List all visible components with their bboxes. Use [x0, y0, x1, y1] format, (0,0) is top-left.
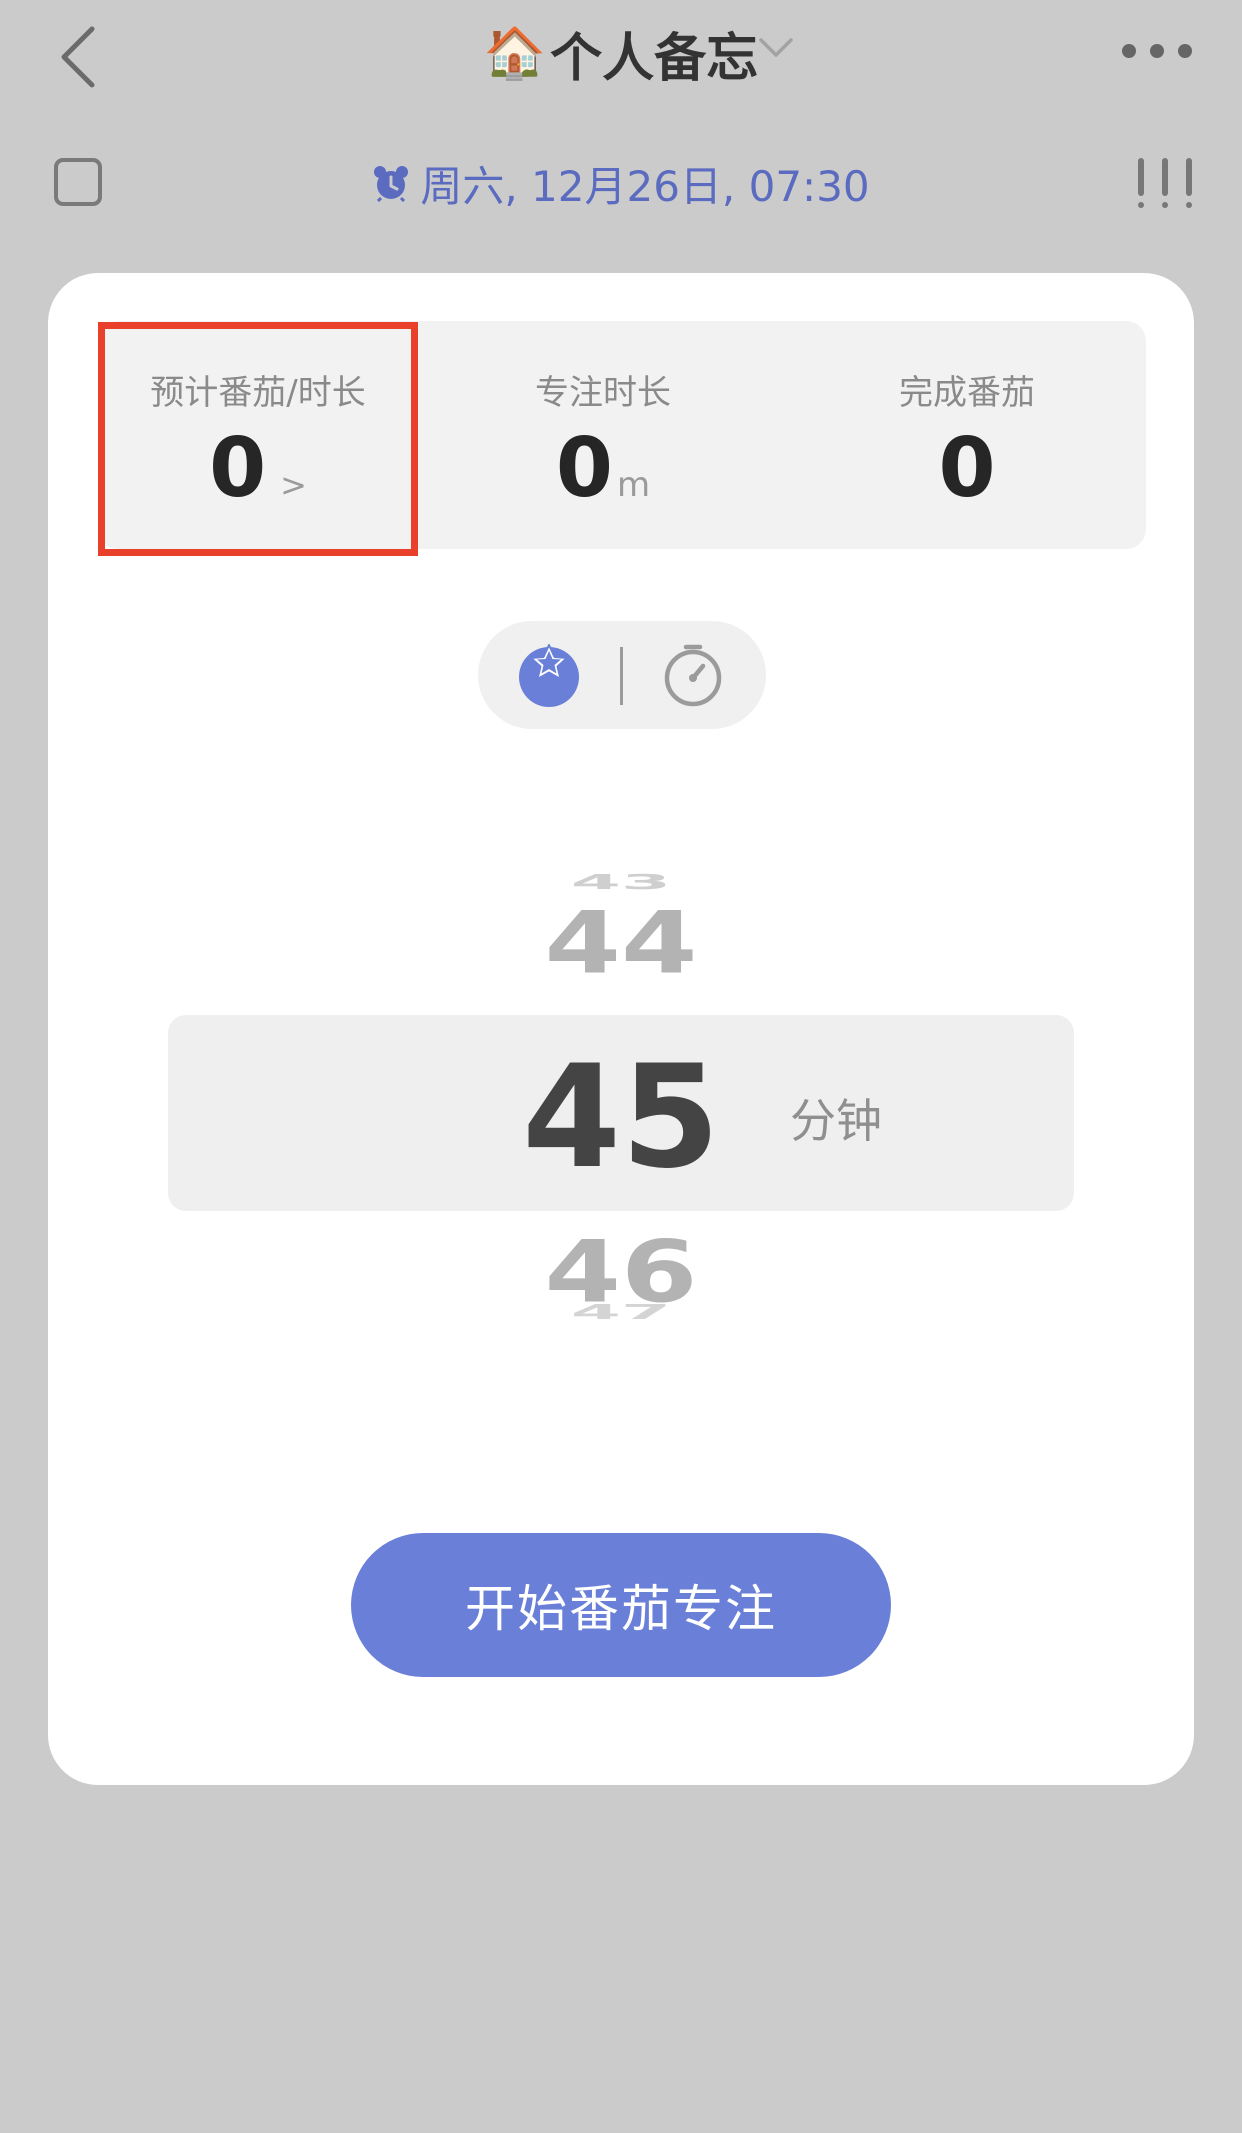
picker-option[interactable]: 44: [48, 900, 1194, 994]
stat-focus-value: 0: [555, 421, 613, 516]
highlight-box: [98, 322, 418, 556]
list-title: 个人备忘: [550, 28, 759, 89]
mode-switch: [478, 621, 766, 729]
picker-unit: 分钟: [790, 1094, 882, 1148]
page: 🏠 个人备忘 周六, 12月26日, 07:30 预计番茄/时长 0 > 专注时…: [0, 0, 1242, 2133]
stat-completed-label: 完成番茄: [899, 373, 1035, 413]
stat-completed-value: 0: [938, 421, 996, 516]
chevron-down-icon[interactable]: [758, 36, 794, 60]
more-button[interactable]: [1122, 38, 1192, 64]
priority-high-icon[interactable]: [1138, 158, 1192, 208]
title-bar: 🏠 个人备忘: [0, 16, 1242, 91]
task-date-text: 周六, 12月26日, 07:30: [420, 161, 870, 211]
list-title-button[interactable]: 🏠 个人备忘: [484, 16, 758, 91]
alarm-clock-icon: [374, 166, 409, 202]
start-focus-button[interactable]: 开始番茄专注: [351, 1533, 891, 1677]
stat-focus-unit: m: [616, 465, 651, 505]
picker-option[interactable]: 47: [48, 1302, 1194, 1324]
stopwatch-mode-icon[interactable]: [660, 641, 726, 707]
mode-divider: [620, 647, 623, 705]
stat-completed: 完成番茄 0: [788, 321, 1146, 549]
picker-option[interactable]: 43: [48, 872, 1194, 894]
task-date[interactable]: 周六, 12月26日, 07:30: [0, 150, 1242, 216]
stat-focus-duration: 专注时长 0 m: [428, 321, 778, 549]
house-icon: 🏠: [483, 23, 547, 82]
more-icon: [1122, 44, 1136, 58]
picker-selected-value[interactable]: 45: [48, 1047, 1194, 1189]
stat-focus-label: 专注时长: [535, 373, 671, 413]
tomato-mode-icon[interactable]: [516, 641, 582, 707]
